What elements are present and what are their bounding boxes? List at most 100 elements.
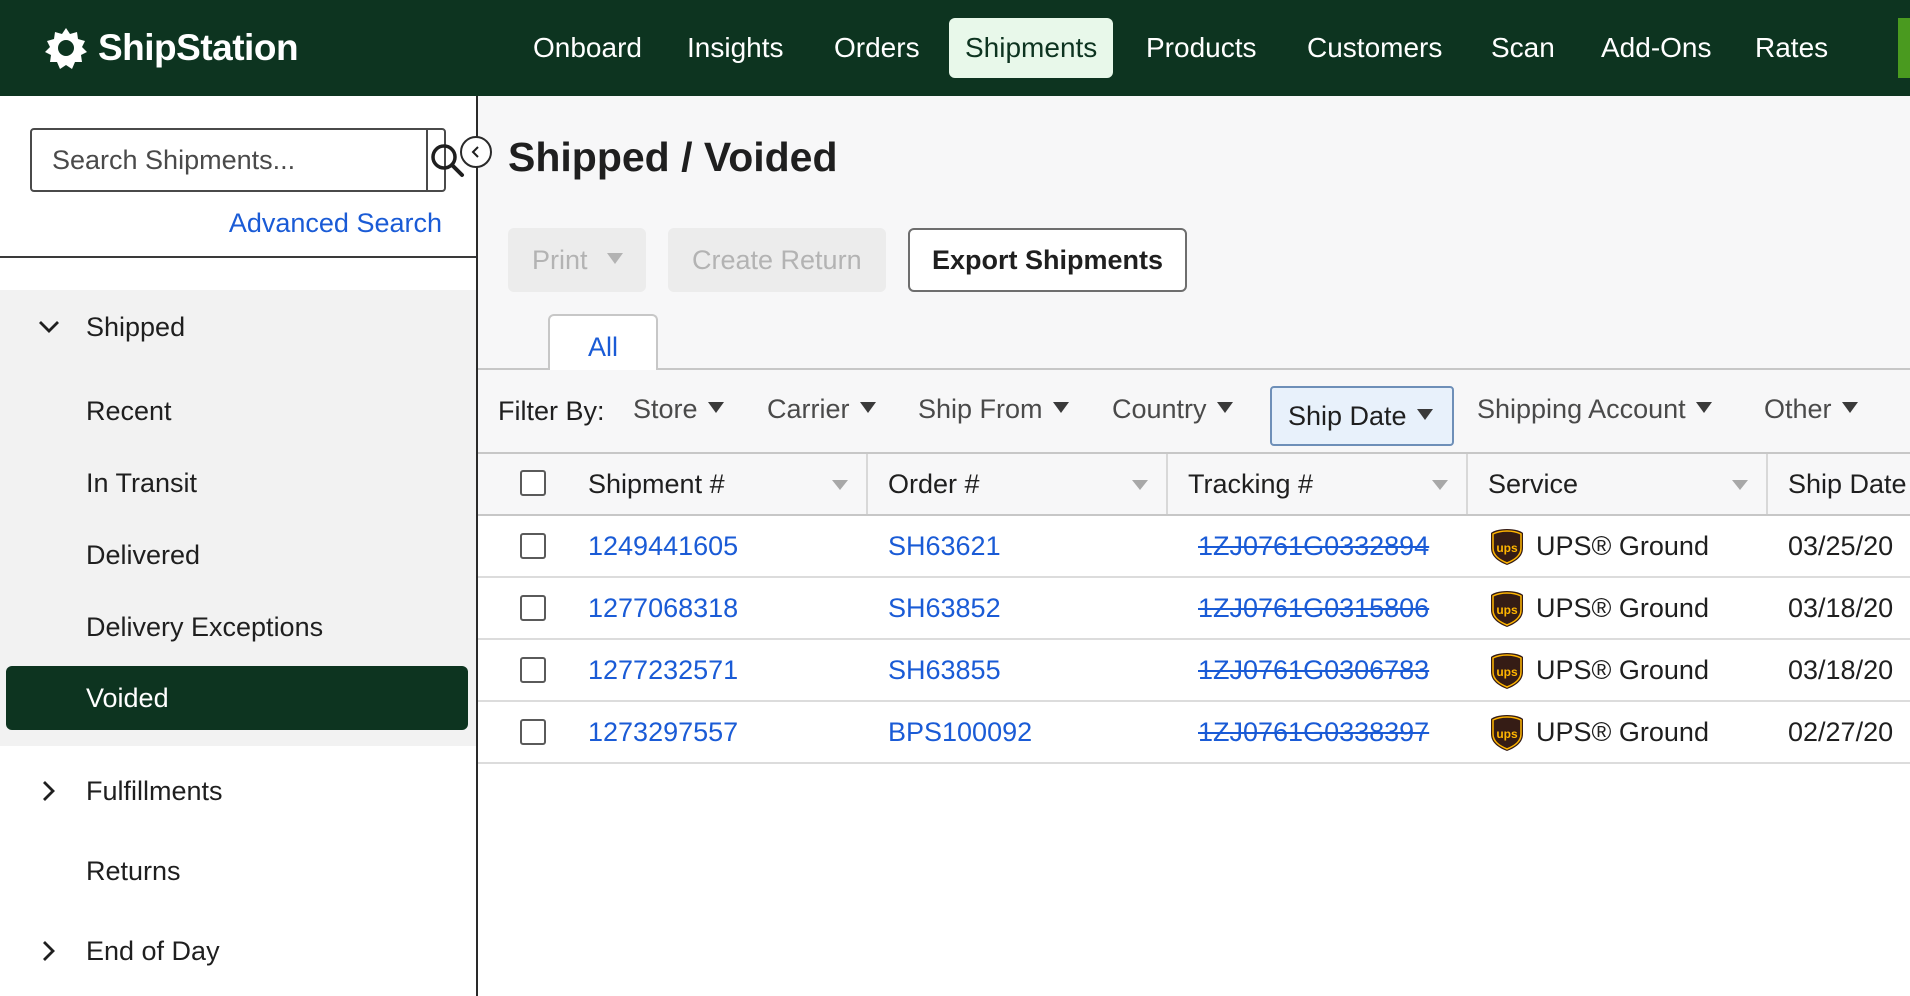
ship-date: 03/18/20 — [1788, 655, 1894, 685]
ups-logo-icon: ups — [1491, 529, 1523, 565]
row-checkbox[interactable] — [520, 595, 546, 621]
nav-insights[interactable]: Insights — [687, 18, 784, 78]
nav-add-ons[interactable]: Add-Ons — [1601, 18, 1712, 78]
filter-other[interactable]: Other — [1764, 394, 1858, 425]
table-row[interactable]: 1249441605 SH63621 1ZJ0761G0332894 ups U… — [478, 516, 1910, 578]
chevron-right-icon[interactable] — [42, 780, 56, 802]
service-name: UPS® Ground — [1536, 655, 1709, 685]
caret-down-icon — [1841, 402, 1858, 414]
sidebar-collapse-button[interactable] — [460, 136, 492, 168]
shipment-number-link[interactable]: 1277232571 — [588, 640, 738, 700]
order-number-link[interactable]: SH63855 — [888, 640, 1001, 700]
nav-scan[interactable]: Scan — [1491, 18, 1555, 78]
caret-down-icon — [859, 402, 876, 414]
sidebar: Advanced Search Shipped Recent In Transi… — [0, 96, 478, 996]
sidebar-item-end-of-day[interactable]: End of Day — [86, 936, 220, 967]
column-separator[interactable] — [866, 454, 868, 514]
filter-country-label: Country — [1112, 394, 1207, 424]
tracking-number-link[interactable]: 1ZJ0761G0315806 — [1198, 578, 1438, 638]
row-checkbox[interactable] — [520, 533, 546, 559]
sidebar-item-recent[interactable]: Recent — [86, 396, 172, 427]
tab-all[interactable]: All — [548, 314, 658, 370]
nav-onboard[interactable]: Onboard — [533, 18, 642, 78]
filter-store[interactable]: Store — [633, 394, 724, 425]
print-button[interactable]: Print — [508, 228, 646, 292]
sidebar-item-voided[interactable]: Voided — [6, 666, 468, 730]
top-nav: ShipStation Onboard Insights Orders Ship… — [0, 0, 1910, 96]
column-order[interactable]: Order # — [888, 454, 980, 514]
chevron-right-icon[interactable] — [42, 940, 56, 962]
nav-customers[interactable]: Customers — [1307, 18, 1442, 78]
tracking-number-link[interactable]: 1ZJ0761G0306783 — [1198, 640, 1438, 700]
sidebar-item-shipped[interactable]: Shipped — [86, 312, 185, 343]
sidebar-item-voided-label: Voided — [86, 683, 169, 713]
table-row[interactable]: 1273297557 BPS100092 1ZJ0761G0338397 ups… — [478, 702, 1910, 764]
filter-shipping-account[interactable]: Shipping Account — [1477, 394, 1712, 425]
print-button-label: Print — [532, 245, 588, 275]
caret-down-icon — [1416, 409, 1433, 421]
column-shipment[interactable]: Shipment # — [588, 454, 725, 514]
sidebar-item-delivered[interactable]: Delivered — [86, 540, 200, 571]
sidebar-item-in-transit[interactable]: In Transit — [86, 468, 197, 499]
sort-caret-icon[interactable] — [832, 480, 848, 490]
chevron-down-icon[interactable] — [38, 320, 60, 334]
nav-products[interactable]: Products — [1146, 18, 1257, 78]
search-button[interactable] — [426, 130, 466, 190]
sidebar-divider — [0, 256, 476, 258]
service-name: UPS® Ground — [1536, 531, 1709, 561]
ups-logo-icon: ups — [1491, 715, 1523, 751]
ship-date: 02/27/20 — [1788, 717, 1894, 747]
select-all-checkbox[interactable] — [520, 470, 546, 496]
filter-by-label: Filter By: — [498, 396, 605, 426]
filter-ship-date-label: Ship Date — [1288, 401, 1407, 431]
search-input[interactable] — [32, 130, 426, 190]
table-row[interactable]: 1277068318 SH63852 1ZJ0761G0315806 ups U… — [478, 578, 1910, 640]
nav-orders[interactable]: Orders — [834, 18, 920, 78]
filter-ship-from[interactable]: Ship From — [918, 394, 1069, 425]
column-tracking[interactable]: Tracking # — [1188, 454, 1313, 514]
sort-caret-icon[interactable] — [1132, 480, 1148, 490]
chevron-left-icon — [471, 146, 479, 158]
sidebar-item-delivery-exceptions[interactable]: Delivery Exceptions — [86, 612, 323, 643]
caret-down-icon — [1216, 402, 1233, 414]
caret-down-icon — [707, 402, 724, 414]
sidebar-item-returns[interactable]: Returns — [86, 856, 181, 887]
export-shipments-button[interactable]: Export Shipments — [908, 228, 1188, 292]
create-return-button[interactable]: Create Return — [668, 228, 886, 292]
ship-date: 03/25/20 — [1788, 531, 1894, 561]
ups-logo-icon: ups — [1491, 653, 1523, 689]
nav-rates[interactable]: Rates — [1755, 18, 1828, 78]
shipment-number-link[interactable]: 1277068318 — [588, 578, 738, 638]
brand-logo[interactable]: ShipStation — [44, 24, 299, 72]
tracking-number-link[interactable]: 1ZJ0761G0338397 — [1198, 702, 1438, 762]
filter-carrier[interactable]: Carrier — [767, 394, 876, 425]
ups-logo-icon: ups — [1491, 591, 1523, 627]
shipment-number-link[interactable]: 1249441605 — [588, 516, 738, 576]
table-row[interactable]: 1277232571 SH63855 1ZJ0761G0306783 ups U… — [478, 640, 1910, 702]
column-separator[interactable] — [1466, 454, 1468, 514]
row-checkbox[interactable] — [520, 657, 546, 683]
filter-ship-from-label: Ship From — [918, 394, 1043, 424]
column-separator[interactable] — [1166, 454, 1168, 514]
filter-ship-date[interactable]: Ship Date — [1270, 386, 1454, 446]
table-header: Shipment # Order # Tracking # Service Sh… — [478, 452, 1910, 516]
shipment-number-link[interactable]: 1273297557 — [588, 702, 738, 762]
tracking-number-link[interactable]: 1ZJ0761G0332894 — [1198, 516, 1438, 576]
order-number-link[interactable]: SH63621 — [888, 516, 1001, 576]
column-ship-date[interactable]: Ship Date — [1788, 454, 1907, 514]
sort-caret-icon[interactable] — [1732, 480, 1748, 490]
filter-country[interactable]: Country — [1112, 394, 1233, 425]
filter-store-label: Store — [633, 394, 698, 424]
advanced-search-link[interactable]: Advanced Search — [229, 208, 442, 239]
sort-caret-icon[interactable] — [1432, 480, 1448, 490]
column-separator[interactable] — [1766, 454, 1768, 514]
column-service[interactable]: Service — [1488, 454, 1578, 514]
row-checkbox[interactable] — [520, 719, 546, 745]
order-number-link[interactable]: BPS100092 — [888, 702, 1032, 762]
order-number-link[interactable]: SH63852 — [888, 578, 1001, 638]
sidebar-item-fulfillments[interactable]: Fulfillments — [86, 776, 223, 807]
filter-carrier-label: Carrier — [767, 394, 850, 424]
nav-shipments[interactable]: Shipments — [949, 18, 1114, 78]
ship-date: 03/18/20 — [1788, 593, 1894, 623]
nav-overflow-indicator — [1898, 18, 1910, 78]
